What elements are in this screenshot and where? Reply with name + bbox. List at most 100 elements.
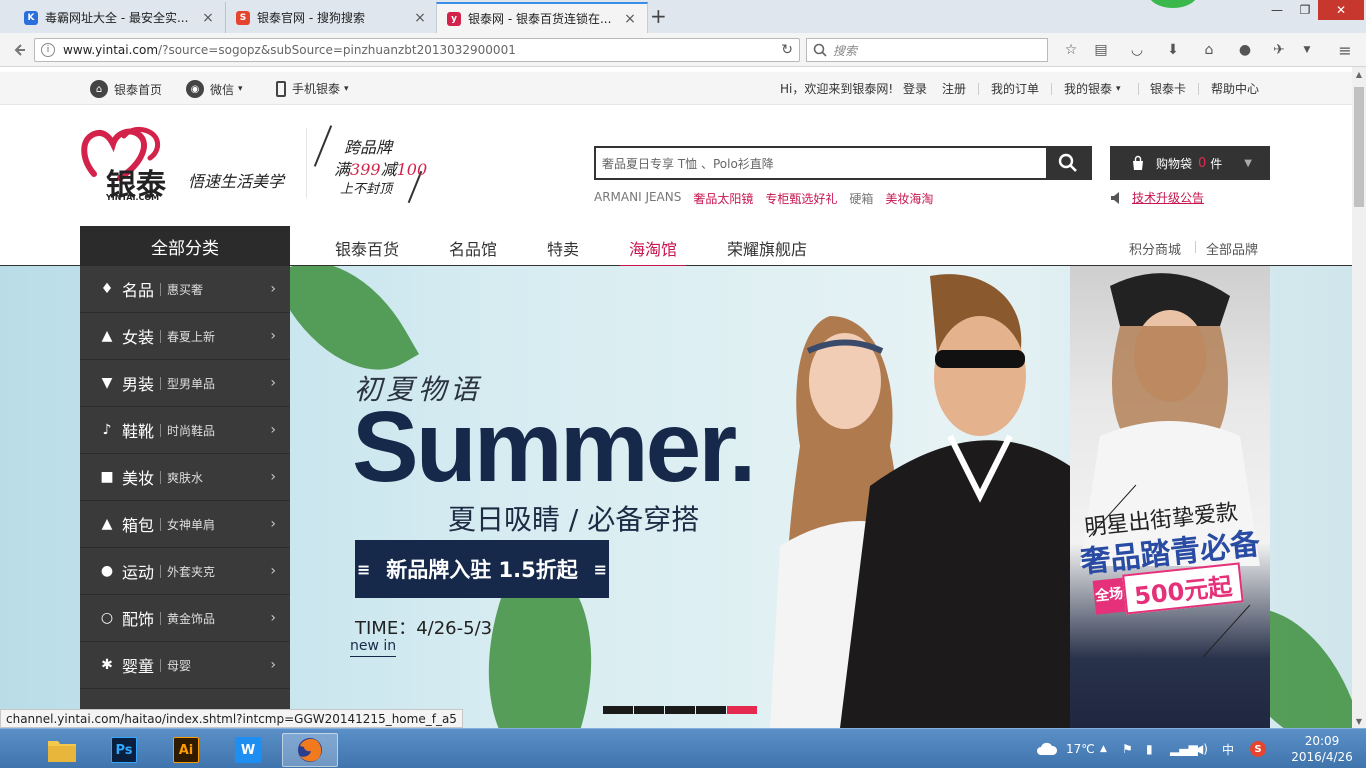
home-link[interactable]: ⌂ 银泰首页 xyxy=(90,80,162,98)
wechat-link[interactable]: ◉ 微信 ▾ xyxy=(186,80,243,98)
hot-word-link[interactable]: 专柜甄选好礼 xyxy=(765,190,837,207)
download-icon[interactable]: ⬇ xyxy=(1164,41,1182,59)
side-promo-panel[interactable]: 明星出街挚爱款 奢品踏青必备 全场 500元起 xyxy=(1070,266,1270,728)
card-link[interactable]: 银泰卡 xyxy=(1150,80,1186,97)
carousel-dot[interactable] xyxy=(634,706,664,714)
taskbar-file-explorer[interactable] xyxy=(34,733,90,767)
hot-word-link[interactable]: 硬箱 xyxy=(849,190,873,207)
notice-link[interactable]: 技术升级公告 xyxy=(1132,189,1204,206)
category-item-luxury[interactable]: ♦ 名品 惠买奢 › xyxy=(80,266,290,313)
hot-word-link[interactable]: 美妆海淘 xyxy=(885,190,933,207)
page-scrollbar[interactable]: ▲ ▼ xyxy=(1352,67,1366,728)
new-tab-button[interactable]: + xyxy=(650,4,667,28)
close-tab-icon[interactable]: × xyxy=(413,10,427,26)
taskbar-wps[interactable]: W xyxy=(220,733,276,767)
banner-promo-strip[interactable]: 新品牌入驻 1.5折起 xyxy=(355,540,609,598)
category-sub[interactable]: 母婴 xyxy=(167,657,191,674)
nav-link-luxury[interactable]: 名品馆 xyxy=(449,236,497,260)
carousel-dot[interactable] xyxy=(665,706,695,714)
close-window-button[interactable]: ✕ xyxy=(1318,0,1364,20)
category-item-accessories[interactable]: ○ 配饰 黄金饰品 › xyxy=(80,595,290,642)
search-icon xyxy=(813,43,827,57)
category-sub[interactable]: 时尚鞋品 xyxy=(167,422,215,439)
category-item-beauty[interactable]: ■ 美妆 爽肤水 › xyxy=(80,454,290,501)
info-icon[interactable]: i xyxy=(41,43,55,57)
category-item-shoes[interactable]: ♪ 鞋靴 时尚鞋品 › xyxy=(80,407,290,454)
search-button[interactable] xyxy=(1046,148,1090,178)
minimize-button[interactable]: — xyxy=(1262,0,1292,20)
shopping-bag-button[interactable]: 购物袋 0 件 ▼ xyxy=(1110,146,1270,180)
boot-icon: ♪ xyxy=(102,422,112,438)
category-sub[interactable]: 外套夹克 xyxy=(167,563,215,580)
login-link[interactable]: 登录 xyxy=(903,80,927,97)
all-categories-button[interactable]: 全部分类 xyxy=(80,226,290,266)
weather-tray[interactable]: 17℃ xyxy=(1036,729,1095,768)
taskbar-firefox[interactable] xyxy=(282,733,338,767)
category-sub[interactable]: 女神单肩 xyxy=(167,516,215,533)
category-item-sports[interactable]: ● 运动 外套夹克 › xyxy=(80,548,290,595)
pocket-icon[interactable]: ◡ xyxy=(1128,41,1146,59)
reading-list-icon[interactable]: ▤ xyxy=(1092,41,1110,59)
battery-icon[interactable]: ▮ xyxy=(1146,729,1153,768)
tab-yintai[interactable]: y 银泰网 - 银泰百货连锁在... × xyxy=(436,2,648,33)
category-sub[interactable]: 爽肤水 xyxy=(167,469,203,486)
flag-icon[interactable]: ⚑ xyxy=(1122,729,1133,768)
category-item-baby[interactable]: ✱ 婴童 母婴 › xyxy=(80,642,290,689)
promo-offer[interactable]: 满399减100 xyxy=(334,156,427,180)
ime-indicator[interactable]: 中 xyxy=(1222,729,1234,768)
close-tab-icon[interactable]: × xyxy=(623,11,637,27)
category-item-men[interactable]: ▼ 男装 型男单品 › xyxy=(80,360,290,407)
carousel-dot-active[interactable] xyxy=(727,706,757,714)
promo-title[interactable]: 跨品牌 xyxy=(344,134,392,158)
taskbar-illustrator[interactable]: Ai xyxy=(158,733,214,767)
nav-link-sale[interactable]: 特卖 xyxy=(547,236,579,260)
extension-icon[interactable]: ✈ xyxy=(1270,41,1288,59)
scroll-thumb[interactable] xyxy=(1354,87,1364,207)
category-item-women[interactable]: ▲ 女装 春夏上新 › xyxy=(80,313,290,360)
category-sub[interactable]: 黄金饰品 xyxy=(167,610,215,627)
show-hidden-icons-button[interactable]: ▲ xyxy=(1100,729,1107,768)
chat-icon[interactable]: ● xyxy=(1236,41,1254,59)
nav-link-haitao[interactable]: 海淘馆 xyxy=(620,236,687,268)
menu-icon[interactable]: ≡ xyxy=(1336,41,1354,60)
category-sub[interactable]: 型男单品 xyxy=(167,375,215,392)
my-orders-link[interactable]: 我的订单 xyxy=(991,80,1039,97)
register-link[interactable]: 注册 xyxy=(942,80,966,97)
category-sub[interactable]: 惠买奢 xyxy=(167,281,203,298)
home-icon[interactable]: ⌂ xyxy=(1200,41,1218,59)
hot-word-link[interactable]: ARMANI JEANS xyxy=(594,190,681,207)
restore-button[interactable]: ❐ xyxy=(1290,0,1320,20)
reload-icon[interactable]: ↻ xyxy=(781,42,793,58)
back-button[interactable] xyxy=(8,39,30,61)
hot-word-link[interactable]: 奢品太阳镜 xyxy=(693,190,753,207)
category-sub[interactable]: 春夏上新 xyxy=(167,328,215,345)
nav-link-points-mall[interactable]: 积分商城 xyxy=(1129,239,1181,258)
taskbar-photoshop[interactable]: Ps xyxy=(96,733,152,767)
divider xyxy=(160,423,162,437)
nav-link-all-brands[interactable]: 全部品牌 xyxy=(1206,239,1258,258)
shopping-bag-icon xyxy=(1133,155,1143,170)
my-yintai-menu[interactable]: 我的银泰 ▾ xyxy=(1064,80,1121,97)
chevron-down-icon[interactable]: ▼ xyxy=(1298,41,1316,59)
address-bar[interactable]: i www.yintai.com /?source=sogopz&subSour… xyxy=(34,38,800,62)
nav-link-honor[interactable]: 荣耀旗舰店 xyxy=(727,236,807,260)
volume-icon[interactable]: ◀) xyxy=(1194,729,1208,768)
bookmark-star-icon[interactable]: ☆ xyxy=(1062,41,1080,59)
scroll-down-icon[interactable]: ▼ xyxy=(1352,714,1366,728)
browser-search-input[interactable]: 搜索 xyxy=(806,38,1048,62)
mobile-link[interactable]: 手机银泰 ▾ xyxy=(276,80,349,97)
promo-text: 减 xyxy=(380,160,397,179)
category-item-bags[interactable]: ▲ 箱包 女神单肩 › xyxy=(80,501,290,548)
tab-sogou[interactable]: S 银泰官网 - 搜狗搜索 × xyxy=(226,2,438,33)
nav-link-department[interactable]: 银泰百货 xyxy=(335,236,399,260)
scroll-up-icon[interactable]: ▲ xyxy=(1352,67,1366,81)
tab-duba[interactable]: K 毒霸网址大全 - 最安全实... × xyxy=(14,2,226,33)
site-search-input[interactable]: 奢品夏日专享 T恤 、Polo衫直降 xyxy=(596,155,1046,172)
help-link[interactable]: 帮助中心 xyxy=(1211,80,1259,97)
carousel-dot[interactable] xyxy=(603,706,633,714)
sogou-ime-icon[interactable]: S xyxy=(1250,729,1266,768)
system-clock[interactable]: 20:09 2016/4/26 xyxy=(1290,733,1354,765)
close-tab-icon[interactable]: × xyxy=(201,10,215,26)
site-search-box[interactable]: 奢品夏日专享 T恤 、Polo衫直降 xyxy=(594,146,1092,180)
carousel-dot[interactable] xyxy=(696,706,726,714)
